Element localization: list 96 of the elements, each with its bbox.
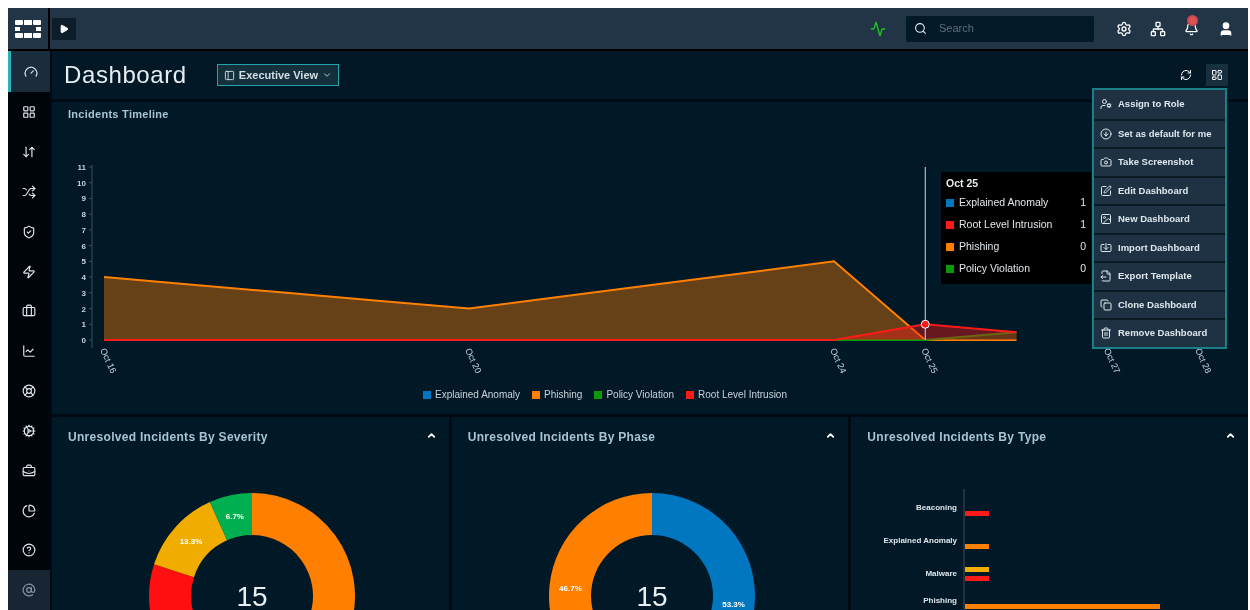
menu-item[interactable]: Import Dashboard <box>1094 232 1225 261</box>
x-tick-label: Oct 24 <box>828 346 849 375</box>
sidebar-item[interactable] <box>8 51 50 93</box>
legend-label[interactable]: Root Level Intrusion <box>698 387 787 402</box>
tooltip-label: Root Level Intrusion <box>959 216 1054 232</box>
layout-icon <box>223 69 235 81</box>
lightning-icon <box>22 264 36 279</box>
dashboard-settings-button[interactable] <box>1206 64 1228 86</box>
status-icon <box>870 20 886 37</box>
tooltip-label: Phishing <box>959 238 1001 254</box>
collapse-icon[interactable] <box>425 430 437 441</box>
menu-item[interactable]: Set as default for me <box>1094 118 1225 147</box>
category-label: Explained Anomaly <box>883 536 958 545</box>
slice-label: 13.3% <box>179 537 203 547</box>
import-icon <box>1100 241 1112 254</box>
panel-title: Incidents Timeline <box>68 107 169 122</box>
legend-label[interactable]: Explained Anomaly <box>435 387 521 402</box>
category-label: Beaconing <box>916 503 958 512</box>
y-tick-label: 3 <box>81 288 86 298</box>
image-icon <box>1100 213 1112 226</box>
y-tick-label: 6 <box>81 241 86 251</box>
slice-label: 6.7% <box>225 511 244 521</box>
gauge-icon <box>23 64 38 79</box>
panel-title: Unresolved Incidents By Phase <box>467 429 656 446</box>
collapse-icon[interactable] <box>1225 430 1236 441</box>
y-tick-label: 10 <box>77 178 86 188</box>
x-tick-label: Oct 28 <box>1193 346 1214 375</box>
x-tick-label: Oct 25 <box>919 346 940 375</box>
page-title: Dashboard <box>64 60 187 90</box>
copy-icon <box>1100 298 1112 311</box>
tooltip-title: Oct 25 <box>946 176 980 191</box>
shield-icon <box>22 224 36 239</box>
pie-chart-icon <box>22 503 36 518</box>
menu-item[interactable]: Clone Dashboard <box>1094 289 1225 318</box>
legend-label[interactable]: Policy Violation <box>606 387 675 402</box>
settings-icon[interactable] <box>1116 20 1132 37</box>
screenshot-icon <box>1100 156 1112 169</box>
tooltip-label: Policy Violation <box>959 260 1031 276</box>
menu-item[interactable]: Assign to Role <box>1094 90 1225 119</box>
line-chart-icon <box>22 344 36 359</box>
panel-title: Unresolved Incidents By Type <box>867 429 1047 446</box>
tooltip-value: 0 <box>1080 238 1086 254</box>
donut-total: 15 <box>636 581 668 610</box>
trash-icon <box>1100 327 1112 340</box>
view-dropdown[interactable]: Executive View <box>216 64 340 86</box>
menu-item[interactable]: Remove Dashboard <box>1094 318 1225 347</box>
briefcase-icon <box>22 304 36 319</box>
sort-icon <box>22 145 36 160</box>
legend-label[interactable]: Phishing <box>544 387 583 402</box>
y-tick-label: 9 <box>81 194 86 204</box>
y-tick-label: 7 <box>81 225 86 235</box>
expand-button[interactable] <box>52 17 76 40</box>
dashboard-icon <box>1211 69 1223 81</box>
search-icon <box>914 22 927 35</box>
y-tick-label: 1 <box>81 320 86 330</box>
menu-item[interactable]: Edit Dashboard <box>1094 175 1225 204</box>
shuffle-icon <box>22 185 36 199</box>
y-tick-label: 11 <box>77 163 86 172</box>
category-label: Phishing <box>923 596 958 605</box>
x-tick-label: Oct 27 <box>1101 346 1123 375</box>
play-icon <box>59 23 69 34</box>
tooltip-value: 1 <box>1080 216 1086 232</box>
tooltip-value: 1 <box>1080 194 1086 210</box>
grid-icon <box>22 105 36 120</box>
panel-title: Unresolved Incidents By Severity <box>68 429 268 446</box>
slice-label: 46.7% <box>558 583 582 593</box>
donut-total: 15 <box>236 581 268 610</box>
y-tick-label: 5 <box>81 257 86 267</box>
toolbox-icon <box>22 463 36 478</box>
hierarchy-icon[interactable] <box>1150 20 1166 37</box>
y-tick-label: 0 <box>81 336 86 345</box>
menu-item[interactable]: Take Screenshot <box>1094 147 1225 176</box>
slice-label: 53.3% <box>721 600 745 610</box>
search-field[interactable]: Search <box>906 15 1094 42</box>
x-tick-label: Oct 16 <box>98 346 119 375</box>
search-input[interactable]: Search <box>939 20 1069 37</box>
edit-icon <box>1100 184 1112 197</box>
y-tick-label: 8 <box>81 210 86 220</box>
y-tick-label: 2 <box>81 304 86 314</box>
menu-item[interactable]: New Dashboard <box>1094 204 1225 233</box>
user-icon[interactable] <box>1218 20 1234 37</box>
refresh-icon[interactable] <box>1180 69 1192 81</box>
category-label: Malware <box>925 569 958 578</box>
collapse-icon[interactable] <box>825 430 837 441</box>
x-tick-label: Oct 20 <box>463 346 484 375</box>
at-sign-icon <box>22 583 36 598</box>
help-icon <box>22 543 36 558</box>
export-icon <box>1100 270 1112 283</box>
role-icon <box>1100 98 1112 111</box>
menu-item[interactable]: Export Template <box>1094 261 1225 290</box>
tooltip-label: Explained Anomaly <box>959 194 1050 210</box>
y-tick-label: 4 <box>81 273 86 283</box>
notification-badge <box>1187 14 1198 26</box>
caret-icon <box>322 70 333 80</box>
lifebuoy-icon <box>22 384 36 399</box>
tooltip-value: 0 <box>1080 260 1086 276</box>
